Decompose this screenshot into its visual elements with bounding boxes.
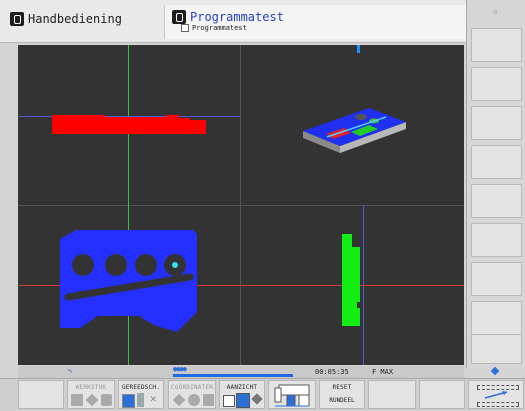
softkey-workpiece-label: WERKSTUK <box>75 384 107 391</box>
status-bar: ✎ ●●●● 00:05:35 F MAX <box>18 365 464 378</box>
top-view <box>60 230 197 332</box>
softkey-view-label: AANZICHT <box>226 384 258 391</box>
coordinates-icon-2 <box>188 394 200 406</box>
coordinates-icon-3 <box>203 394 214 406</box>
iso-view <box>303 108 406 153</box>
workpiece-rotate-icon <box>85 393 99 407</box>
hole-4-marker <box>172 262 178 268</box>
view-3d-icon <box>251 393 263 405</box>
scroll-down-icon[interactable] <box>490 366 500 376</box>
softkey-right-9[interactable] <box>471 334 522 364</box>
tool-cross-icon: ✕ <box>150 392 157 405</box>
program-mode-label: Programmatest <box>190 10 284 24</box>
program-mode-title: Programmatest <box>172 10 284 24</box>
hole-1 <box>72 254 94 276</box>
softkey-reset-label: RESET <box>332 384 352 391</box>
vertical-softkey-bar: ⚙ <box>466 0 525 376</box>
softkey-right-3[interactable] <box>471 106 522 140</box>
status-time: 00:05:35 <box>315 368 349 376</box>
softkey-8[interactable] <box>368 380 416 409</box>
bar-switch-arrow-icon <box>484 391 508 399</box>
hole-2 <box>105 254 127 276</box>
program-test-icon <box>172 10 186 24</box>
machine-mode-label: Handbediening <box>28 12 122 26</box>
softkey-reset-sublabel: RUNDEEL <box>329 397 355 404</box>
status-feed: F MAX <box>372 368 394 376</box>
softkey-1[interactable] <box>18 380 64 409</box>
softkey-bar-switch[interactable] <box>468 380 524 409</box>
tool-icon <box>122 394 135 408</box>
softkey-right-1[interactable] <box>471 28 522 62</box>
softkey-tool-label: GEREEDSCH. <box>121 384 161 391</box>
machine-mode-icon <box>10 12 24 26</box>
view-single-icon <box>223 395 235 407</box>
workpiece-side-green <box>342 234 360 326</box>
progress-dots-icon: ●●●● <box>173 365 187 373</box>
softkey-right-6[interactable] <box>471 223 522 257</box>
hole-3 <box>135 254 157 276</box>
softkey-workpiece[interactable]: WERKSTUK <box>67 380 115 409</box>
block-hole-1 <box>355 114 367 120</box>
program-path: Programmatest <box>181 24 247 32</box>
scale-icon <box>274 384 310 407</box>
machine-mode-tab[interactable]: Handbediening <box>10 10 122 28</box>
softkey-bar-icon-bottom <box>477 402 519 407</box>
softkey-view[interactable]: AANZICHT <box>219 380 265 409</box>
progress-bar <box>173 374 293 377</box>
settings-icon: ⚙ <box>493 8 498 16</box>
softkey-right-4[interactable] <box>471 145 522 179</box>
softkey-coordinates[interactable]: COÖRDINATEN <box>168 380 216 409</box>
tool-holder-icon <box>137 393 144 407</box>
tool-status-icon: ✎ <box>68 367 73 375</box>
softkey-right-7[interactable] <box>471 262 522 296</box>
workpiece-front-red <box>52 115 206 134</box>
graphics-viewport[interactable] <box>18 45 464 365</box>
coordinates-icon-1 <box>172 393 186 407</box>
workpiece-3d-icon <box>101 394 112 406</box>
softkey-right-5[interactable] <box>471 184 522 218</box>
workpiece-icon <box>71 394 83 406</box>
graphics-icon <box>236 393 250 408</box>
program-name: Programmatest <box>192 24 247 32</box>
softkey-scale[interactable] <box>268 380 316 409</box>
front-view <box>52 115 206 134</box>
softkey-9[interactable] <box>419 380 465 409</box>
softkey-tool[interactable]: GEREEDSCH. ✕ <box>118 380 164 409</box>
side-view <box>342 234 360 326</box>
softkey-right-8[interactable] <box>471 301 522 335</box>
softkey-right-2[interactable] <box>471 67 522 101</box>
softkey-reset-blank[interactable]: RESET RUNDEEL <box>319 380 365 409</box>
softkey-coordinates-label: COÖRDINATEN <box>171 384 213 391</box>
file-icon <box>181 24 189 32</box>
